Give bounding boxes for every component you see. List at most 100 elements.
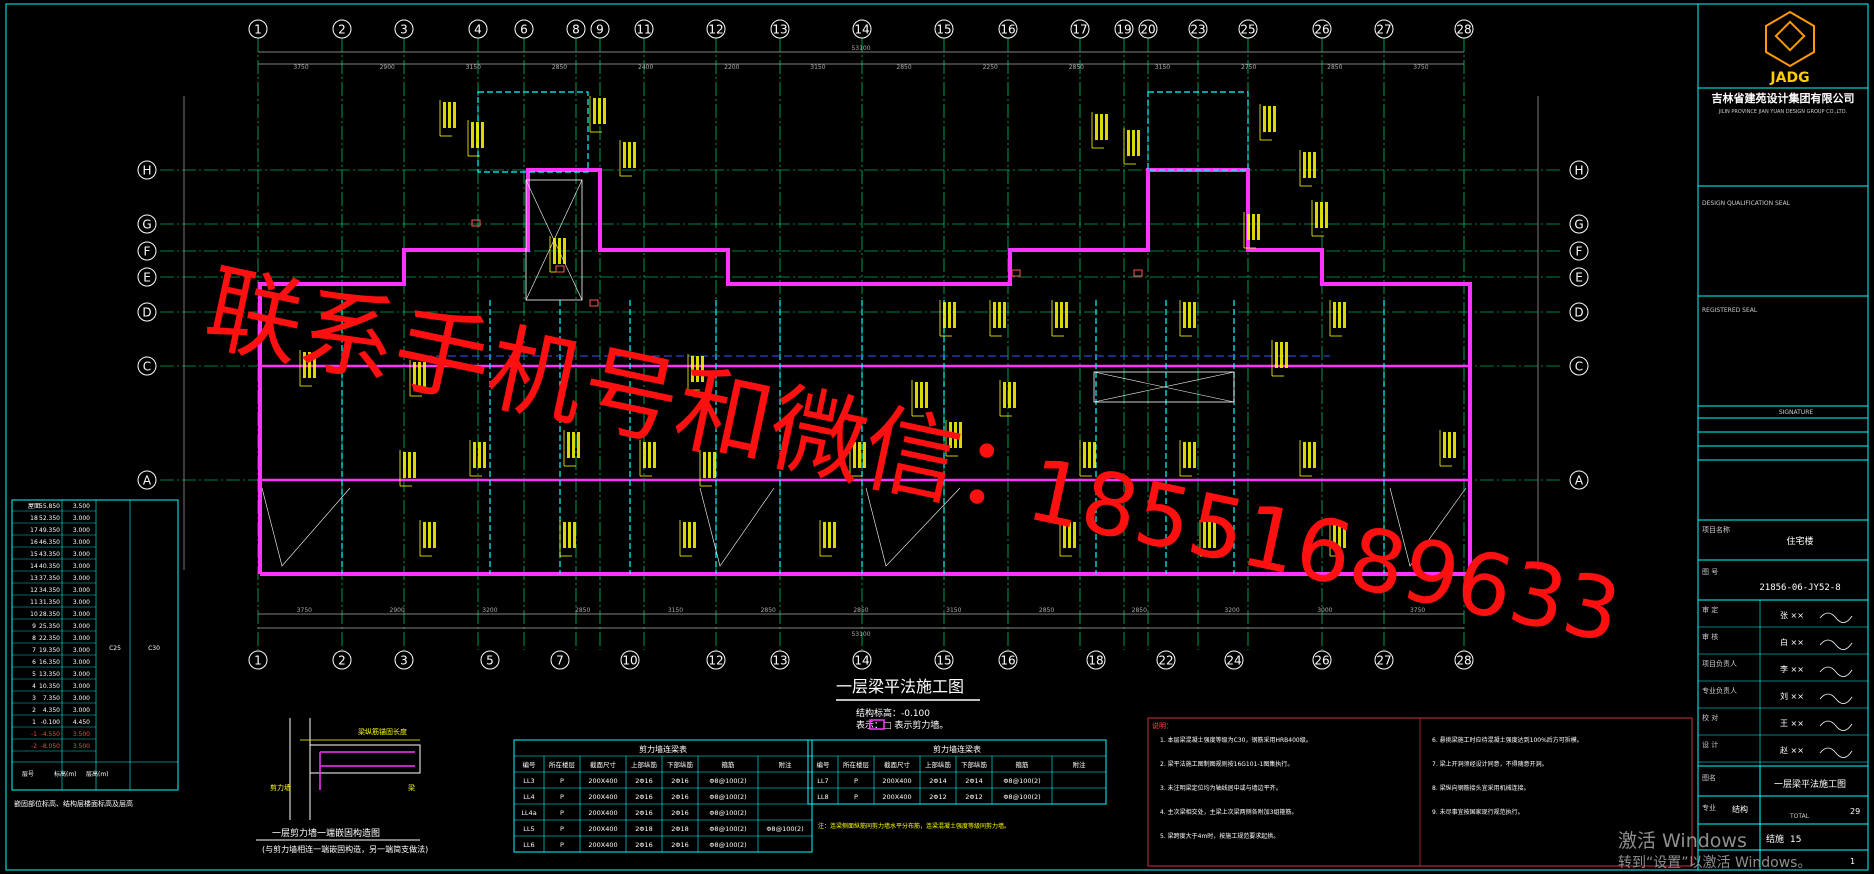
role-name: 王 ×× <box>1780 719 1804 728</box>
axis-bubble-bottom: 3 <box>394 650 414 670</box>
dimension-bottom: 2900 <box>390 607 405 614</box>
dimension-top: 2850 <box>552 64 567 71</box>
axis-bubble-top: 17 <box>1070 19 1090 39</box>
floor-number: -1 <box>31 731 37 738</box>
floor-height: 3.000 <box>73 527 90 534</box>
signature-mark <box>1819 693 1853 704</box>
floor-elevation: 10.350 <box>39 683 60 690</box>
beam-mark <box>819 520 836 557</box>
detail-caption: 一层剪力墙一端嵌固构造图 <box>272 827 380 839</box>
discipline-value: 结构 <box>1732 804 1748 814</box>
axis-bubble-top: 11 <box>634 19 654 39</box>
floor-number: 14 <box>30 563 38 570</box>
notes-title: 说明： <box>1152 721 1173 730</box>
svg-text:15: 15 <box>936 654 951 668</box>
note-line: 6. 悬挑梁施工时应待混凝土强度达到100%后方可拆模。 <box>1432 736 1583 744</box>
beam-table-cell: Φ8@100(2) <box>1003 777 1040 785</box>
floor-number: 16 <box>30 539 38 546</box>
floor-height: 3.000 <box>73 695 90 702</box>
svg-text:7: 7 <box>556 654 564 668</box>
beam-table-cell: LL6 <box>523 841 534 849</box>
floor-height: 3.500 <box>73 743 90 750</box>
axis-bubble-top: 25 <box>1238 19 1258 39</box>
floor-height: 3.000 <box>73 563 90 570</box>
beam-mark <box>1259 104 1276 141</box>
dimension-bottom: 3200 <box>482 607 497 614</box>
axis-bubble-right: D <box>1569 302 1589 322</box>
beam-table-header: 截面尺寸 <box>590 760 617 769</box>
beam-table-cell: Φ8@100(2) <box>709 777 746 785</box>
floor-number: 9 <box>32 623 36 630</box>
role-label: 审 定 <box>1702 605 1718 614</box>
beam-table-header: 箍筋 <box>722 760 736 769</box>
svg-text:6: 6 <box>520 23 528 37</box>
axis-bubble-bottom: 22 <box>1156 650 1176 670</box>
beam-table-cell: LL4 <box>523 793 534 801</box>
beam-table-cell: P <box>560 809 564 817</box>
dimension-top: 2850 <box>1327 64 1342 71</box>
title-block: JADG 吉林省建苑设计集团有限公司 JILIN PROVINCE JIAN Y… <box>1698 10 1868 870</box>
svg-text:2: 2 <box>338 23 346 37</box>
beam-mark <box>589 96 606 133</box>
beam-table-cell: 200X400 <box>588 793 617 801</box>
dimension-top: 3750 <box>293 64 308 71</box>
beam-table-header: 截面尺寸 <box>884 760 911 769</box>
beam-table-cell: 2Φ16 <box>671 809 689 817</box>
dimension-top: 2400 <box>638 64 653 71</box>
detail-label-beam: 梁 <box>408 783 415 792</box>
svg-text:10: 10 <box>622 654 637 668</box>
svg-text:C: C <box>143 360 151 374</box>
note-line: 9. 未尽事宜按国家现行规范执行。 <box>1432 808 1524 816</box>
beam-table-cell: 200X400 <box>588 809 617 817</box>
beam-table-title: 剪力墙连梁表 <box>933 744 981 754</box>
beam-table-header: 所在楼层 <box>843 760 870 769</box>
floor-elevation: 46.350 <box>39 539 60 546</box>
beam-table-cell: 2Φ14 <box>929 777 947 785</box>
beam-table-cell: 2Φ16 <box>635 793 653 801</box>
svg-text:H: H <box>1574 164 1583 178</box>
beam-table-cell: P <box>560 825 564 833</box>
floor-elevation: 16.350 <box>39 659 60 666</box>
beam-table-cell: Φ8@100(2) <box>709 841 746 849</box>
floor-height: 3.000 <box>73 707 90 714</box>
svg-text:26: 26 <box>1314 654 1329 668</box>
floor-height: 3.500 <box>73 731 90 738</box>
beam-table-cell: 2Φ12 <box>965 793 983 801</box>
axis-bubble-right: G <box>1569 214 1589 234</box>
role-name: 张 ×× <box>1780 611 1804 620</box>
axis-bubble-right: F <box>1569 241 1589 261</box>
svg-text:G: G <box>142 218 151 232</box>
role-label: 校 对 <box>1702 713 1718 722</box>
approval-rows: 审 定张 ×× 审 核白 ×× 项目负责人李 ×× 专业负责人刘 ×× 校 对王 ×× 设… <box>1698 600 1868 766</box>
beam-mark <box>939 300 956 337</box>
axis-bubble-top: 28 <box>1454 19 1474 39</box>
axis-bubble-top: 20 <box>1138 19 1158 39</box>
axis-bubble-bottom: 10 <box>620 650 640 670</box>
beam-table-cell: Φ8@100(2) <box>1003 793 1040 801</box>
beam-mark <box>467 120 484 157</box>
beam-table-cell: 200X400 <box>588 825 617 833</box>
beam-table-right: 剪力墙连梁表编号 LL7 LL8 所在楼层 PP 截面尺寸 200X400 200X400 上部… <box>807 739 1107 805</box>
beam-table-cell: 2Φ12 <box>929 793 947 801</box>
floor-elevation: 49.350 <box>39 527 60 534</box>
axis-bubble-left: G <box>137 214 157 234</box>
floor-elevation: 43.350 <box>39 551 60 558</box>
beam-anchorage-detail: 梁纵筋锚固长度 剪力墙 梁 一层剪力墙一端嵌固构造图 (与剪力墙相连一端嵌固构造… <box>256 718 428 854</box>
beam-table-header: 编号 <box>523 760 537 769</box>
windows-activation-hint: 转到“设置”以激活 Windows。 <box>1618 855 1812 871</box>
beam-table-cell: Φ8@100(2) <box>709 793 746 801</box>
total-value: 29 <box>1850 807 1860 816</box>
general-notes: 说明： 1. 本层梁混凝土强度等级为C30，钢筋采用HRB400级。 2. 梁平法施… <box>1147 717 1693 867</box>
floor-height: 4.450 <box>73 719 90 726</box>
svg-text:16: 16 <box>1000 654 1015 668</box>
project-value: 住宅楼 <box>1786 535 1813 547</box>
beam-mark <box>619 140 636 177</box>
svg-text:20: 20 <box>1140 23 1155 37</box>
company-name-en: JILIN PROVINCE JIAN YUAN DESIGN GROUP CO… <box>1718 109 1848 115</box>
note-line: 3. 未注明梁定位均为轴线居中或与墙边平齐。 <box>1160 784 1282 792</box>
discipline-label: 专业 <box>1702 803 1716 812</box>
svg-text:E: E <box>1575 271 1583 285</box>
svg-text:D: D <box>1574 306 1583 320</box>
floor-elevation: 37.350 <box>39 575 60 582</box>
floor-number: 12 <box>30 587 38 594</box>
